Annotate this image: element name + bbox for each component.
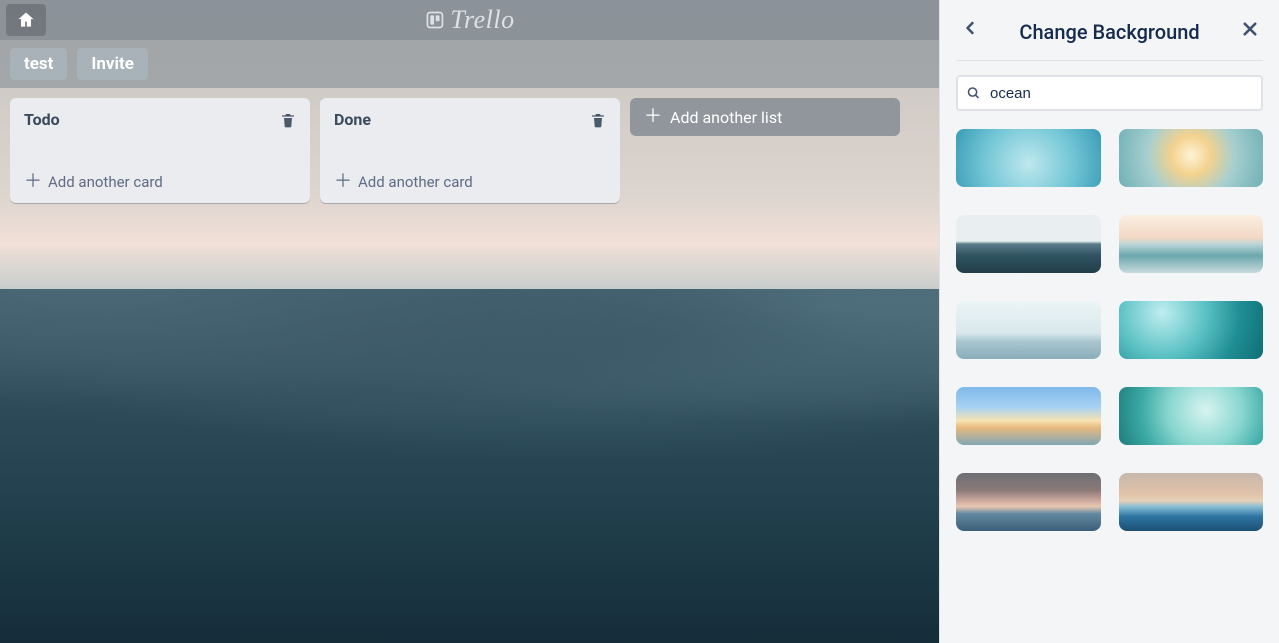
list-header: Done	[334, 110, 606, 129]
lists-row: Todo ＋ Add another card Done ＋ Add anoth…	[0, 88, 939, 213]
trello-logo-icon	[424, 10, 444, 30]
sidepanel-header: Change Background	[956, 10, 1263, 61]
home-icon	[16, 10, 36, 30]
brand: Trello	[424, 5, 514, 35]
home-button[interactable]	[6, 4, 46, 36]
background-option[interactable]	[956, 301, 1101, 359]
add-list-label: Add another list	[670, 108, 782, 127]
add-card-label: Add another card	[358, 173, 473, 191]
background-thumbnails	[956, 129, 1263, 531]
app-header: Trello	[0, 0, 939, 40]
delete-list-icon[interactable]	[590, 111, 606, 129]
plus-icon: ＋	[24, 173, 42, 191]
background-option[interactable]	[1119, 301, 1264, 359]
background-option[interactable]	[956, 129, 1101, 187]
background-search-input[interactable]	[956, 75, 1263, 111]
background-option[interactable]	[956, 215, 1101, 273]
list-title[interactable]: Done	[334, 110, 371, 129]
add-list-button[interactable]: ＋ Add another list	[630, 98, 900, 136]
background-option[interactable]	[1119, 473, 1264, 531]
list-header: Todo	[24, 110, 296, 129]
plus-icon: ＋	[644, 108, 662, 126]
add-card-button[interactable]: ＋ Add another card	[334, 169, 606, 193]
board-area: Trello test Invite Todo ＋ Add another ca…	[0, 0, 939, 643]
add-card-button[interactable]: ＋ Add another card	[24, 169, 296, 193]
search-icon	[966, 86, 981, 101]
back-icon[interactable]	[960, 18, 980, 38]
background-search	[956, 75, 1263, 111]
sidepanel-title: Change Background	[1019, 20, 1199, 44]
delete-list-icon[interactable]	[280, 111, 296, 129]
change-background-panel: Change Background	[939, 0, 1279, 643]
background-option[interactable]	[956, 387, 1101, 445]
background-option[interactable]	[956, 473, 1101, 531]
add-card-label: Add another card	[48, 173, 163, 191]
board-bar: test Invite	[0, 40, 939, 88]
plus-icon: ＋	[334, 173, 352, 191]
list-title[interactable]: Todo	[24, 110, 60, 129]
invite-button[interactable]: Invite	[77, 48, 148, 80]
background-option[interactable]	[1119, 129, 1264, 187]
list: Done ＋ Add another card	[320, 98, 620, 203]
brand-name: Trello	[450, 5, 514, 35]
list: Todo ＋ Add another card	[10, 98, 310, 203]
board-name[interactable]: test	[10, 48, 67, 80]
background-option[interactable]	[1119, 387, 1264, 445]
close-icon[interactable]	[1241, 20, 1259, 38]
background-option[interactable]	[1119, 215, 1264, 273]
